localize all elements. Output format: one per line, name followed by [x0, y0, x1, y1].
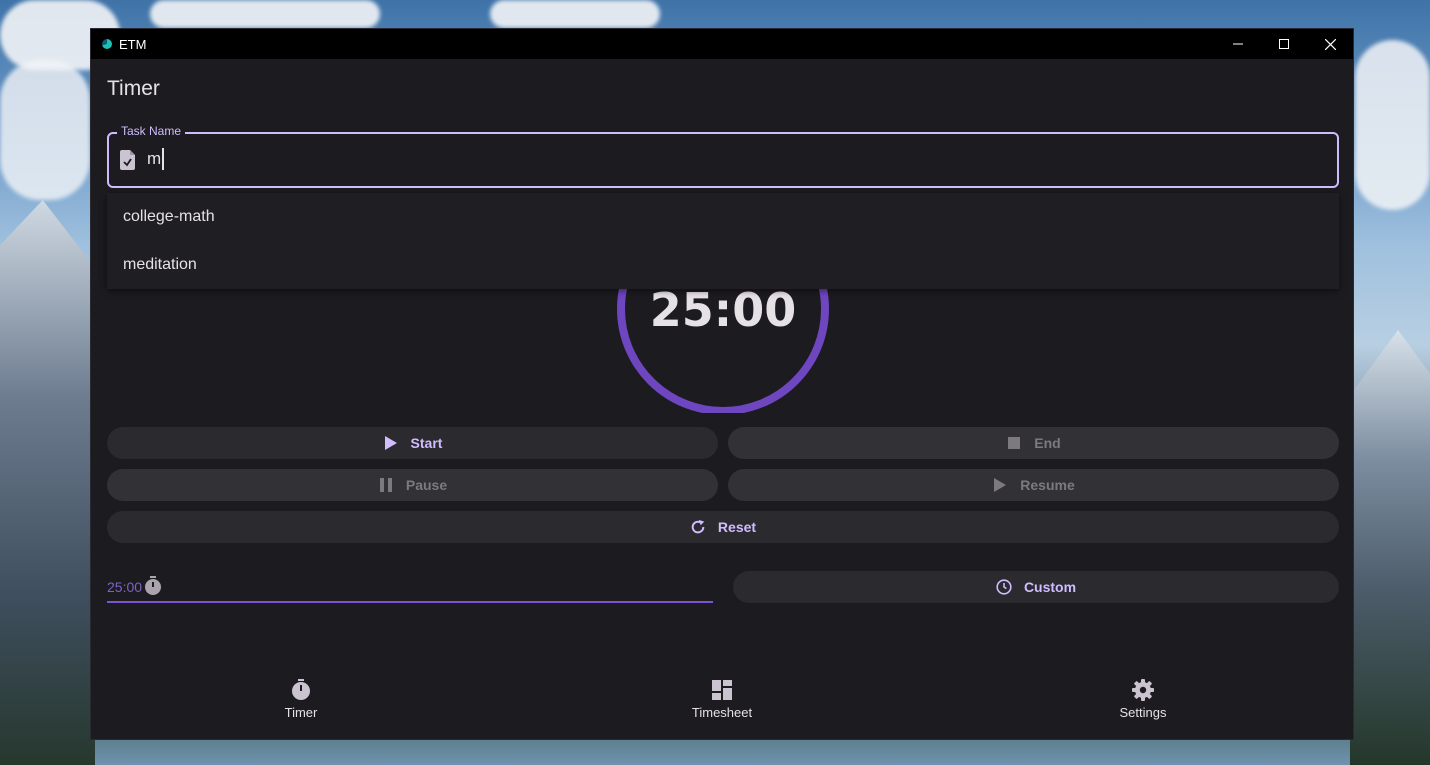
resume-button-label: Resume [1020, 477, 1075, 493]
timer-display: 25:00 [649, 283, 797, 337]
resume-button[interactable]: Resume [728, 469, 1339, 501]
start-button[interactable]: Start [107, 427, 718, 459]
page-title: Timer [107, 77, 160, 100]
stopwatch-icon [292, 679, 310, 700]
end-button[interactable]: End [728, 427, 1339, 459]
gear-icon [1132, 679, 1154, 701]
reset-button[interactable]: Reset [107, 511, 1339, 543]
pause-icon [378, 477, 394, 493]
stopwatch-icon [145, 576, 161, 595]
app-window: ETM Timer 25:00 Task Name m college-math… [90, 28, 1354, 740]
pause-button[interactable]: Pause [107, 469, 718, 501]
task-name-label: Task Name [117, 124, 186, 138]
play-icon [383, 435, 399, 451]
maximize-button[interactable] [1261, 29, 1307, 59]
maximize-icon [1279, 39, 1289, 49]
start-button-label: Start [410, 435, 443, 451]
task-file-check-icon [120, 150, 135, 170]
duration-value: 25:00 [107, 579, 143, 595]
nav-label-timer: Timer [284, 705, 318, 720]
task-name-field[interactable]: Task Name m [107, 124, 1339, 188]
clock-icon [996, 579, 1012, 595]
duration-input[interactable]: 25:00 [107, 575, 713, 603]
pause-button-label: Pause [405, 477, 448, 493]
close-icon [1324, 38, 1336, 50]
nav-item-timesheet[interactable]: Timesheet [652, 679, 792, 720]
minimize-icon [1233, 43, 1243, 45]
refresh-icon [690, 519, 706, 535]
play-icon [992, 477, 1008, 493]
suggestion-item[interactable]: college-math [107, 193, 1339, 241]
nav-item-settings[interactable]: Settings [1073, 679, 1213, 720]
dashboard-icon [712, 680, 732, 700]
reset-button-label: Reset [717, 519, 757, 535]
app-logo-icon [102, 39, 112, 49]
minimize-button[interactable] [1215, 29, 1261, 59]
suggestion-item[interactable]: meditation [107, 241, 1339, 289]
custom-button[interactable]: Custom [733, 571, 1339, 603]
app-title: ETM [119, 36, 147, 52]
bottom-navigation: Timer Timesheet Settings [91, 679, 1353, 739]
custom-button-label: Custom [1023, 579, 1077, 595]
nav-label-settings: Settings [1119, 705, 1167, 720]
task-name-input[interactable]: m [147, 148, 165, 170]
close-button[interactable] [1307, 29, 1353, 59]
nav-item-timer[interactable]: Timer [231, 679, 371, 720]
stop-icon [1006, 435, 1022, 451]
task-suggestions-list: college-math meditation [107, 193, 1339, 289]
end-button-label: End [1034, 435, 1061, 451]
nav-label-timesheet: Timesheet [691, 705, 753, 720]
title-bar: ETM [91, 29, 1353, 59]
